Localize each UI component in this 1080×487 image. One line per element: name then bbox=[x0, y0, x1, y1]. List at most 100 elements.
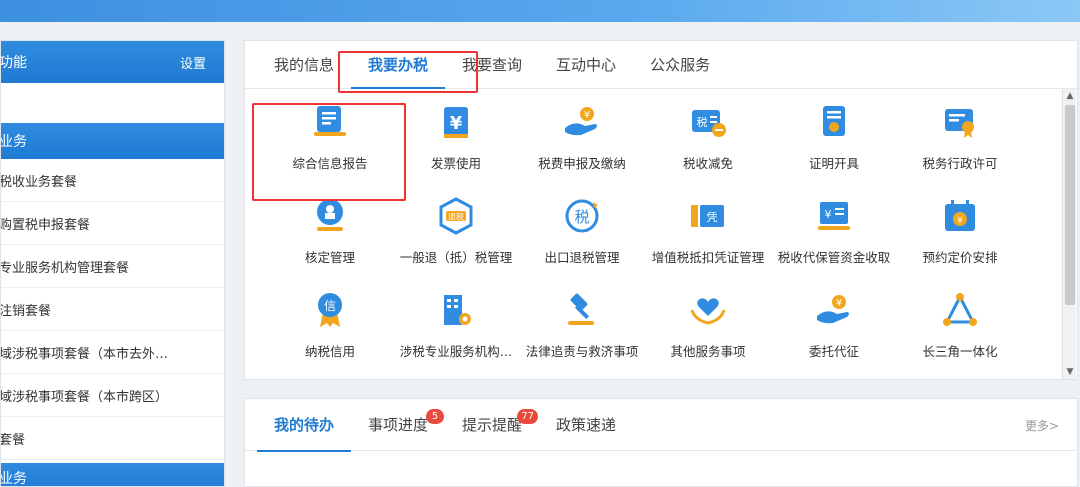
svg-text:信: 信 bbox=[324, 299, 336, 313]
sidebar-category[interactable]: 业务 bbox=[0, 463, 224, 487]
sidebar-item-label: 注销套餐 bbox=[1, 303, 52, 319]
sidebar: 功能 设置 业务 税收业务套餐 购置税申报套餐 专业服务机构管理套餐 注销套餐 … bbox=[0, 40, 225, 487]
service-label: 涉税专业服务机构… bbox=[399, 344, 513, 359]
tab-my-info[interactable]: 我的信息 bbox=[257, 40, 351, 88]
tab-progress[interactable]: 事项进度 5 bbox=[351, 399, 445, 451]
service-label: 长三角一体化 bbox=[922, 344, 998, 359]
sidebar-item[interactable]: 购置税申报套餐 bbox=[1, 202, 224, 245]
sidebar-category[interactable]: 业务 bbox=[1, 123, 224, 159]
service-item-vat-voucher[interactable]: 凭 增值税抵扣凭证管理 bbox=[645, 187, 771, 281]
tax-circle-icon: 税 bbox=[561, 195, 603, 237]
building-gear-icon bbox=[435, 289, 477, 331]
service-item-yangtze-delta[interactable]: 长三角一体化 bbox=[897, 281, 1023, 375]
sidebar-item-label: 购置税申报套餐 bbox=[1, 217, 91, 233]
service-label: 预约定价安排 bbox=[922, 250, 998, 265]
sidebar-category-label: 业务 bbox=[0, 134, 27, 150]
service-grid: 综合信息报告 ¥ 发票使用 ¥ 税费申报及缴纳 税 税收减免 证明开具 税务行政… bbox=[245, 93, 1061, 378]
voucher-icon: 凭 bbox=[687, 195, 729, 237]
more-link[interactable]: 更多> bbox=[1025, 417, 1059, 434]
sidebar-item[interactable]: 域涉税事项套餐（本市去外… bbox=[1, 331, 224, 374]
service-item-credit[interactable]: 信 纳税信用 bbox=[267, 281, 393, 375]
sidebar-item[interactable]: 注销套餐 bbox=[1, 288, 224, 331]
service-item-invoice[interactable]: ¥ 发票使用 bbox=[393, 93, 519, 187]
service-label: 核定管理 bbox=[304, 250, 355, 265]
service-item-entrust[interactable]: ¥ 委托代征 bbox=[771, 281, 897, 375]
service-item-tax-reduce[interactable]: 税 税收减免 bbox=[645, 93, 771, 187]
scroll-down-icon[interactable]: ▼ bbox=[1063, 365, 1077, 379]
svg-text:凭: 凭 bbox=[707, 210, 718, 224]
service-item-agency[interactable]: 涉税专业服务机构… bbox=[393, 281, 519, 375]
service-item-export-refund[interactable]: 税 出口退税管理 bbox=[519, 187, 645, 281]
stamp-icon bbox=[309, 195, 351, 237]
hand-coin-icon: ¥ bbox=[561, 101, 603, 143]
credit-medal-icon: 信 bbox=[309, 289, 351, 331]
svg-text:¥: ¥ bbox=[825, 208, 832, 221]
service-label: 一般退（抵）税管理 bbox=[399, 250, 513, 265]
tab-label: 提示提醒 bbox=[462, 416, 523, 434]
tab-highlight-box bbox=[338, 51, 478, 93]
certificate-icon bbox=[813, 101, 855, 143]
tab-public-service[interactable]: 公众服务 bbox=[633, 40, 727, 88]
service-label: 法律追责与救济事项 bbox=[525, 344, 639, 359]
service-item-pricing[interactable]: ¥ 预约定价安排 bbox=[897, 187, 1023, 281]
service-label: 证明开具 bbox=[808, 156, 859, 171]
svg-text:税: 税 bbox=[697, 115, 708, 129]
service-item-declare-pay[interactable]: ¥ 税费申报及缴纳 bbox=[519, 93, 645, 187]
todo-panel: 我的待办 事项进度 5 提示提醒 77 政策速递 更多> bbox=[244, 398, 1078, 487]
sidebar-item-label: 专业服务机构管理套餐 bbox=[1, 260, 130, 276]
sidebar-title: 功能 bbox=[0, 55, 27, 71]
sidebar-item-label: 税收业务套餐 bbox=[1, 174, 78, 190]
refund-shield-icon: 退税 bbox=[435, 195, 477, 237]
cash-box-icon: ¥ bbox=[813, 195, 855, 237]
service-label: 税收减免 bbox=[682, 156, 733, 171]
service-item-legal[interactable]: 法律追责与救济事项 bbox=[519, 281, 645, 375]
svg-text:¥: ¥ bbox=[836, 298, 842, 309]
service-item-refund[interactable]: 退税 一般退（抵）税管理 bbox=[393, 187, 519, 281]
svg-text:退税: 退税 bbox=[448, 212, 464, 222]
triangle-network-icon bbox=[939, 289, 981, 331]
item-highlight-box bbox=[252, 103, 406, 201]
service-label: 委托代征 bbox=[808, 344, 859, 359]
sidebar-item[interactable]: 税收业务套餐 bbox=[1, 159, 224, 202]
hand-coin-icon: ¥ bbox=[813, 289, 855, 331]
heart-hands-icon bbox=[687, 289, 729, 331]
license-badge-icon bbox=[939, 101, 981, 143]
service-label: 税收代保管资金收取 bbox=[777, 250, 891, 265]
tab-interaction[interactable]: 互动中心 bbox=[539, 40, 633, 88]
service-item-certificate[interactable]: 证明开具 bbox=[771, 93, 897, 187]
svg-text:¥: ¥ bbox=[450, 113, 463, 134]
service-label: 出口退税管理 bbox=[544, 250, 620, 265]
settings-link[interactable]: 设置 bbox=[180, 53, 206, 72]
svg-text:¥: ¥ bbox=[957, 216, 963, 226]
main-tabs: 我的信息 我要办税 我要查询 互动中心 公众服务 bbox=[245, 40, 1077, 93]
todo-tabs: 我的待办 事项进度 5 提示提醒 77 政策速递 更多> bbox=[245, 399, 1077, 452]
service-item-other[interactable]: 其他服务事项 bbox=[645, 281, 771, 375]
service-item-custody-fund[interactable]: ¥ 税收代保管资金收取 bbox=[771, 187, 897, 281]
sidebar-item[interactable]: 套餐 bbox=[1, 417, 224, 460]
service-item-verify[interactable]: 核定管理 bbox=[267, 187, 393, 281]
service-item-license[interactable]: 税务行政许可 bbox=[897, 93, 1023, 187]
sidebar-item-label: 套餐 bbox=[1, 432, 26, 448]
sidebar-header: 功能 设置 bbox=[1, 41, 224, 83]
service-label: 税务行政许可 bbox=[922, 156, 998, 171]
svg-text:¥: ¥ bbox=[584, 110, 590, 121]
sidebar-item[interactable]: 域涉税事项套餐（本市跨区） bbox=[1, 374, 224, 417]
top-banner bbox=[0, 0, 1080, 22]
tab-policy[interactable]: 政策速递 bbox=[539, 399, 633, 451]
sidebar-item-label: 域涉税事项套餐（本市跨区） bbox=[1, 389, 169, 405]
tab-my-todo[interactable]: 我的待办 bbox=[257, 399, 352, 452]
scroll-thumb[interactable] bbox=[1065, 105, 1075, 305]
service-label: 税费申报及缴纳 bbox=[538, 156, 626, 171]
sidebar-item[interactable]: 专业服务机构管理套餐 bbox=[1, 245, 224, 288]
sidebar-item-label: 域涉税事项套餐（本市去外… bbox=[1, 346, 169, 362]
tab-reminders[interactable]: 提示提醒 77 bbox=[445, 399, 539, 451]
scroll-up-icon[interactable]: ▲ bbox=[1063, 89, 1077, 103]
sidebar-category-label: 业务 bbox=[0, 471, 27, 487]
invoice-yuan-icon: ¥ bbox=[435, 101, 477, 143]
tab-label: 政策速递 bbox=[556, 416, 617, 434]
service-label: 发票使用 bbox=[430, 156, 481, 171]
count-badge: 5 bbox=[426, 408, 445, 424]
vertical-scrollbar[interactable]: ▲ ▼ bbox=[1062, 89, 1076, 379]
calendar-yuan-icon: ¥ bbox=[939, 195, 981, 237]
